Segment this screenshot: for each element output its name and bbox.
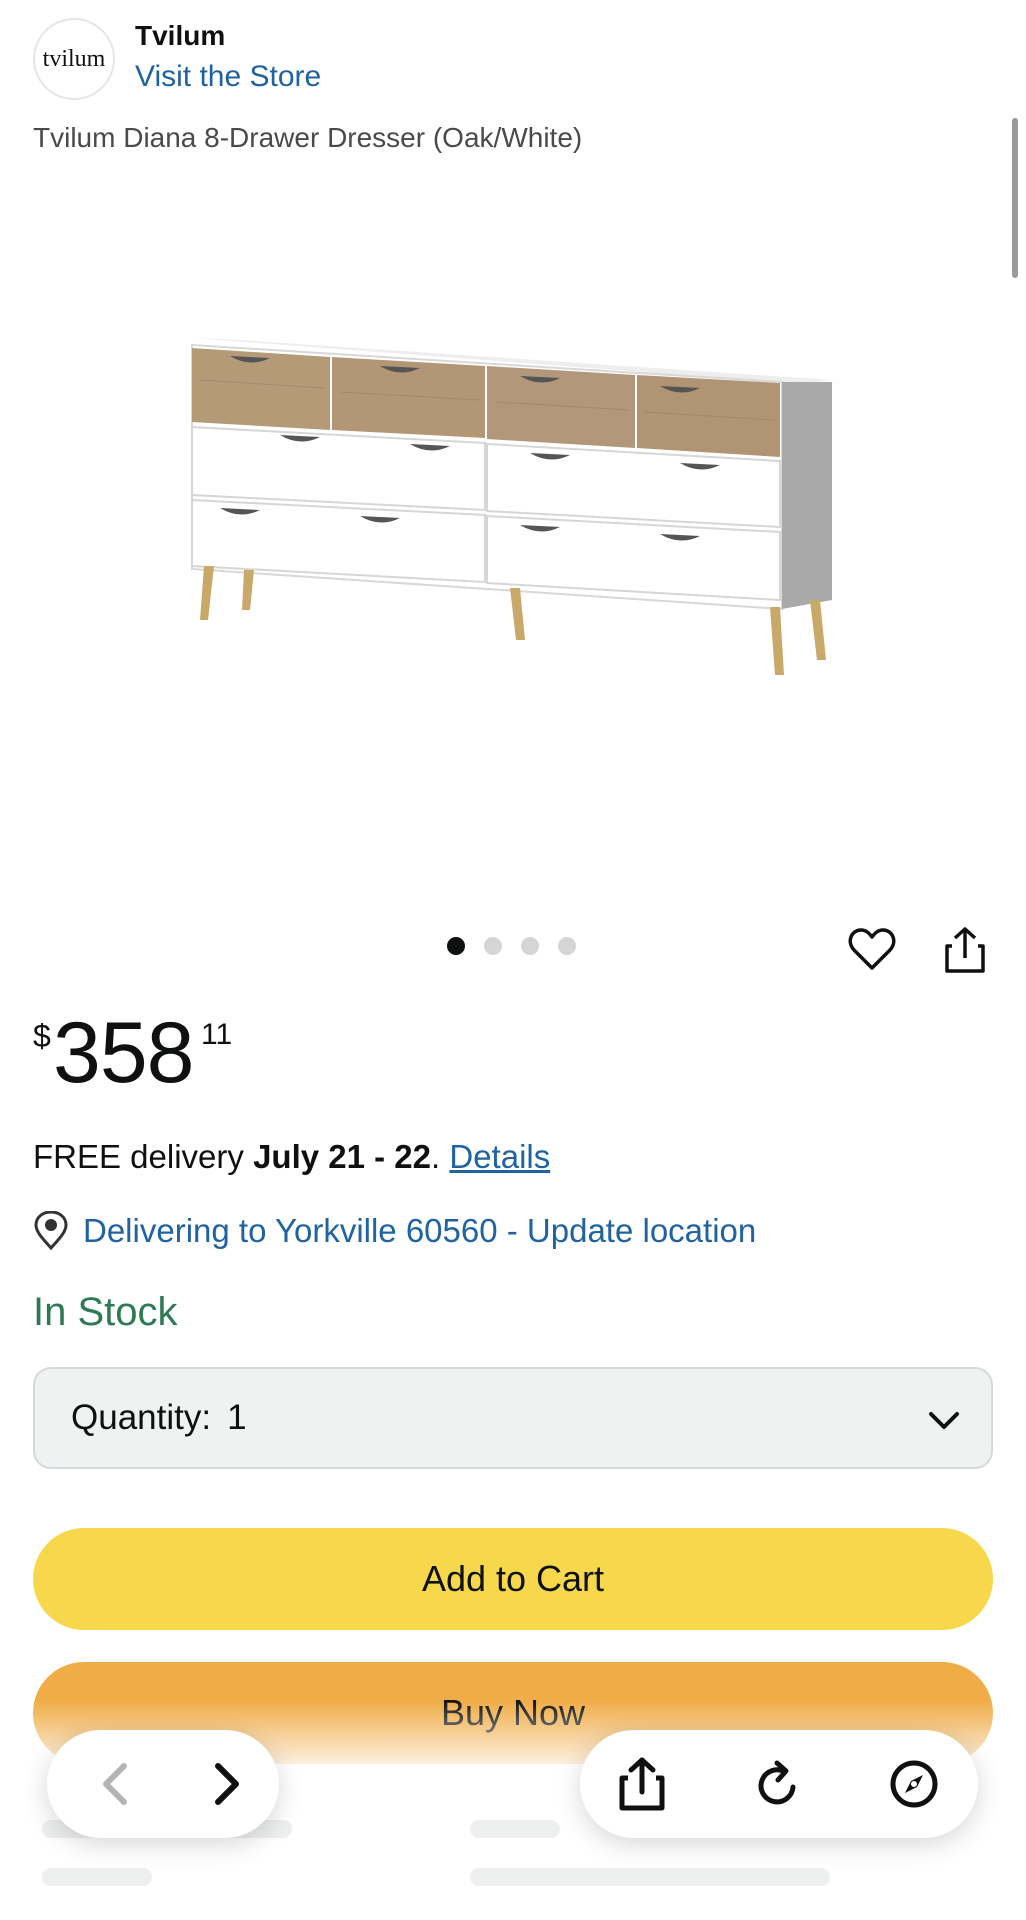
browser-nav-pill [47, 1730, 279, 1838]
browser-back-button[interactable] [83, 1752, 147, 1816]
product-title: Tvilum Diana 8-Drawer Dresser (Oak/White… [33, 122, 583, 153]
pager-dot-active[interactable] [447, 937, 465, 955]
visit-store-link[interactable]: Visit the Store [135, 60, 321, 94]
stock-status: In Stock [33, 1290, 178, 1334]
heart-icon [848, 928, 896, 970]
delivery-separator: . [431, 1138, 450, 1175]
delivery-details-link[interactable]: Details [449, 1138, 550, 1175]
image-pager[interactable] [447, 937, 576, 955]
scrollbar[interactable] [1012, 118, 1018, 278]
price-whole: 358 [53, 1005, 194, 1101]
browser-actions-pill [580, 1730, 978, 1838]
location-pin-icon [34, 1211, 68, 1251]
brand-logo[interactable]: tvilum [33, 18, 115, 100]
browser-forward-button[interactable] [195, 1752, 259, 1816]
brand-logo-text: tvilum [42, 45, 106, 72]
share-icon [619, 1757, 665, 1811]
delivery-info: FREE delivery July 21 - 22. Details [33, 1138, 550, 1176]
share-icon [945, 927, 985, 973]
pager-dot[interactable] [558, 937, 576, 955]
browser-compass-button[interactable] [882, 1752, 946, 1816]
quantity-select[interactable]: Quantity: 1 [33, 1367, 993, 1469]
wishlist-button[interactable] [844, 922, 900, 978]
chevron-right-icon [215, 1763, 239, 1805]
reload-icon [758, 1760, 796, 1805]
chevron-down-icon [929, 1412, 959, 1429]
price-fraction: 11 [201, 1018, 233, 1051]
pager-dot[interactable] [521, 937, 539, 955]
chevron-left-icon [103, 1763, 127, 1805]
delivery-prefix: FREE delivery [33, 1138, 254, 1175]
brand-name: Tvilum [135, 20, 226, 51]
quantity-value: 1 [227, 1398, 247, 1437]
quantity-label: Quantity: [71, 1398, 212, 1437]
compass-icon [890, 1760, 938, 1808]
browser-share-button[interactable] [610, 1752, 674, 1816]
delivery-dates: July 21 - 22 [253, 1138, 432, 1175]
price-currency: $ [33, 1018, 51, 1054]
delivery-location[interactable]: Delivering to Yorkville 60560 - Update l… [33, 1210, 756, 1252]
brand-header: tvilum Tvilum Visit the Store [33, 18, 993, 100]
share-button[interactable] [937, 922, 993, 978]
browser-reload-button[interactable] [746, 1752, 810, 1816]
pager-dot[interactable] [484, 937, 502, 955]
product-image[interactable] [180, 320, 840, 690]
location-text[interactable]: Delivering to Yorkville 60560 - Update l… [83, 1212, 756, 1250]
add-to-cart-button[interactable]: Add to Cart [33, 1528, 993, 1630]
